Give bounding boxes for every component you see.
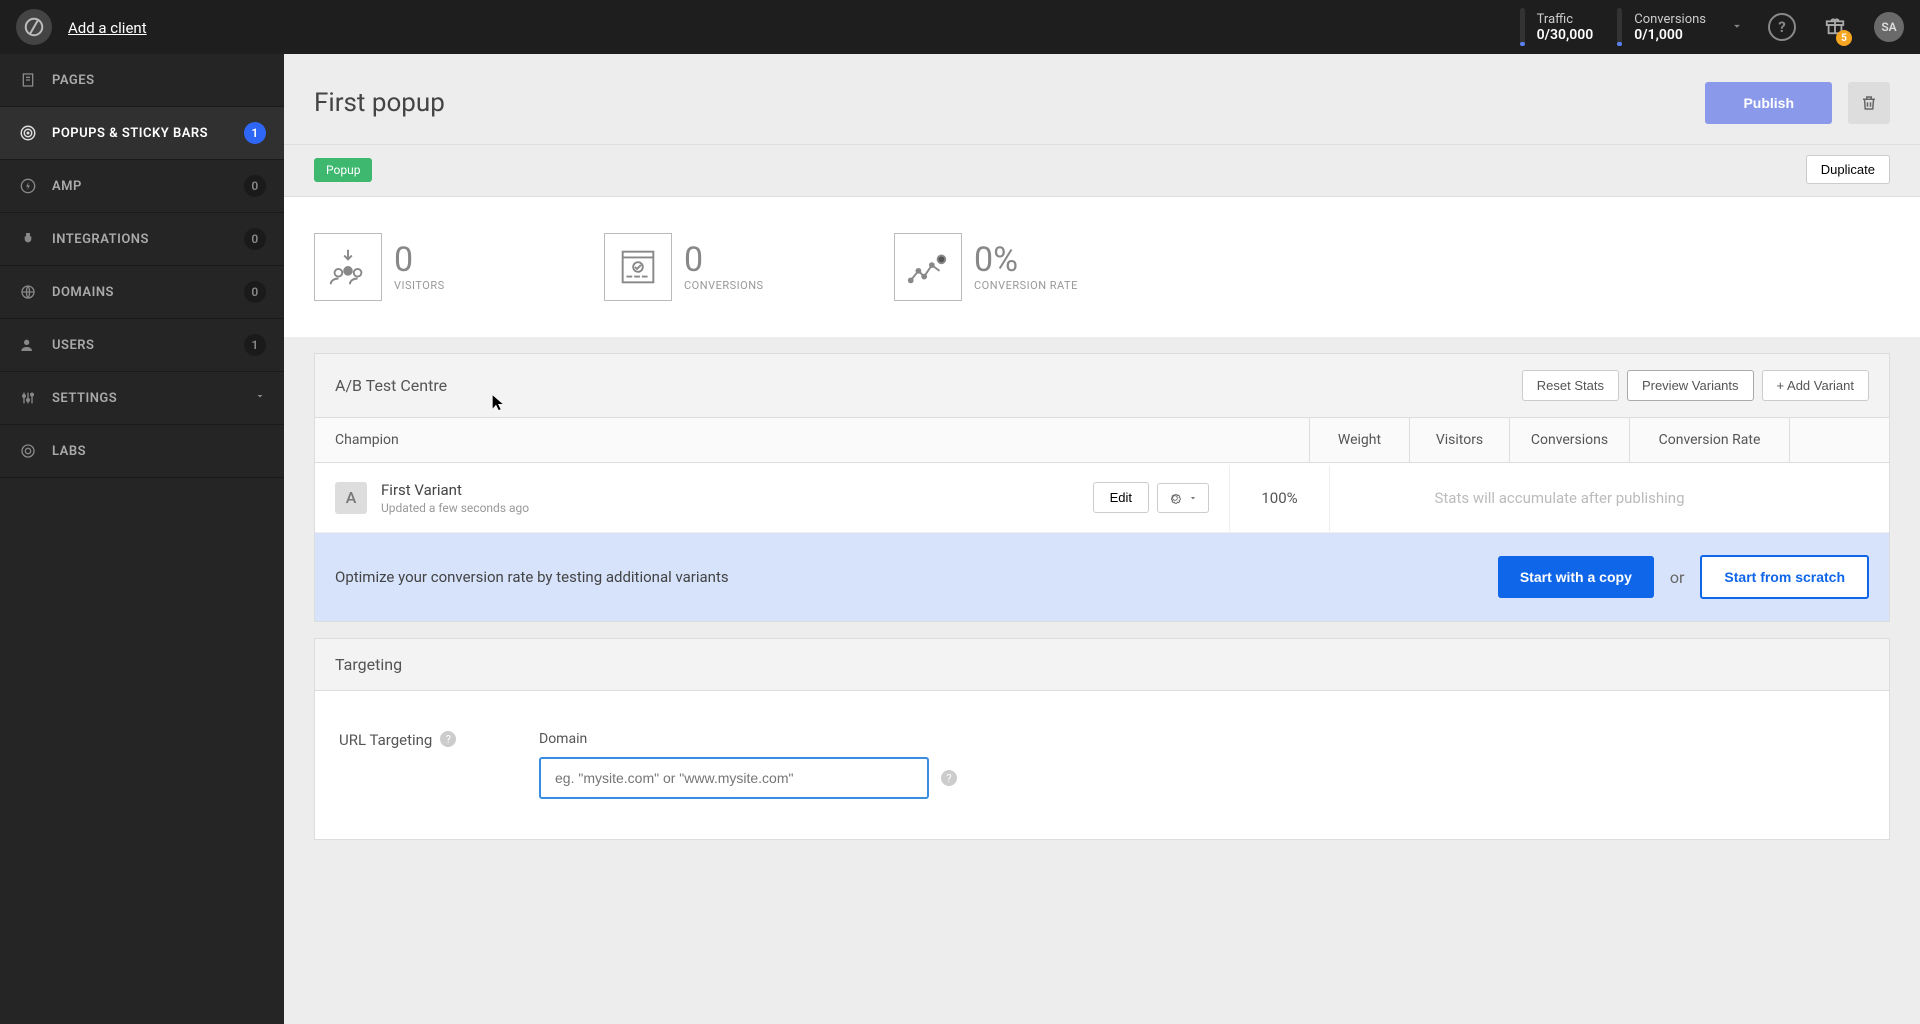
page-title: First popup bbox=[314, 88, 1705, 118]
add-variant-button[interactable]: + Add Variant bbox=[1762, 370, 1869, 401]
conversions-label: CONVERSIONS bbox=[684, 279, 764, 292]
col-weight: Weight bbox=[1309, 418, 1409, 462]
sidebar-label: SETTINGS bbox=[52, 391, 254, 406]
stat-rate: 0% CONVERSION RATE bbox=[894, 233, 1184, 301]
sidebar-label: INTEGRATIONS bbox=[52, 232, 244, 247]
sidebar-label: LABS bbox=[52, 444, 266, 459]
app-logo[interactable] bbox=[16, 9, 52, 45]
plug-icon bbox=[18, 231, 38, 247]
traffic-usage: Traffic 0/30,000 bbox=[1520, 8, 1594, 46]
sliders-icon bbox=[18, 390, 38, 406]
help-icon[interactable]: ? bbox=[440, 731, 456, 747]
col-conversions: Conversions bbox=[1509, 418, 1629, 462]
edit-variant-button[interactable]: Edit bbox=[1093, 482, 1149, 513]
chevron-down-icon bbox=[1188, 493, 1198, 503]
pages-icon bbox=[18, 72, 38, 88]
col-champion: Champion bbox=[315, 418, 1309, 462]
publish-button[interactable]: Publish bbox=[1705, 82, 1832, 124]
variant-weight: 100% bbox=[1229, 465, 1329, 531]
delete-button[interactable] bbox=[1848, 82, 1890, 124]
traffic-bar-icon bbox=[1520, 8, 1525, 46]
variant-updated: Updated a few seconds ago bbox=[381, 501, 1093, 515]
sidebar: PAGES POPUPS & STICKY BARS 1 AMP 0 INTEG… bbox=[0, 54, 284, 1024]
stat-conversions: 0 CONVERSIONS bbox=[604, 233, 894, 301]
col-visitors: Visitors bbox=[1409, 418, 1509, 462]
sidebar-badge: 1 bbox=[244, 334, 266, 356]
start-with-copy-button[interactable]: Start with a copy bbox=[1498, 556, 1654, 598]
ab-test-panel: A/B Test Centre Reset Stats Preview Vari… bbox=[314, 353, 1890, 622]
usage-dropdown[interactable] bbox=[1730, 18, 1744, 37]
variant-pending: Stats will accumulate after publishing bbox=[1329, 465, 1789, 531]
gear-icon bbox=[1168, 491, 1182, 505]
flask-icon bbox=[18, 443, 38, 459]
sidebar-label: POPUPS & STICKY BARS bbox=[52, 126, 244, 141]
sidebar-item-labs[interactable]: LABS bbox=[0, 425, 284, 478]
popup-tag: Popup bbox=[314, 158, 372, 182]
trash-icon bbox=[1860, 94, 1878, 112]
sidebar-item-settings[interactable]: SETTINGS bbox=[0, 372, 284, 425]
visitors-label: VISITORS bbox=[394, 279, 445, 292]
user-avatar[interactable]: SA bbox=[1874, 12, 1904, 42]
cta-text: Optimize your conversion rate by testing… bbox=[335, 568, 1498, 586]
sidebar-badge: 0 bbox=[244, 175, 266, 197]
sidebar-badge: 1 bbox=[244, 122, 266, 144]
ab-title: A/B Test Centre bbox=[335, 376, 1514, 395]
duplicate-button[interactable]: Duplicate bbox=[1806, 155, 1890, 184]
preview-variants-button[interactable]: Preview Variants bbox=[1627, 370, 1754, 401]
variant-row: A First Variant Updated a few seconds ag… bbox=[315, 463, 1889, 533]
reset-stats-button[interactable]: Reset Stats bbox=[1522, 370, 1619, 401]
cta-or: or bbox=[1670, 568, 1685, 587]
user-icon bbox=[18, 337, 38, 353]
domain-field-label: Domain bbox=[539, 731, 1865, 747]
conversions-label: Conversions bbox=[1634, 12, 1706, 27]
visitors-icon bbox=[314, 233, 382, 301]
conversions-usage: Conversions 0/1,000 bbox=[1617, 8, 1706, 46]
conversions-bar-icon bbox=[1617, 8, 1622, 46]
globe-icon bbox=[18, 284, 38, 300]
rate-value: 0% bbox=[974, 243, 1078, 277]
help-icon[interactable]: ? bbox=[1768, 13, 1796, 41]
add-client-link[interactable]: Add a client bbox=[68, 19, 147, 37]
sidebar-label: PAGES bbox=[52, 73, 266, 88]
sidebar-badge: 0 bbox=[244, 228, 266, 250]
targeting-panel: Targeting URL Targeting ? Domain ? bbox=[314, 638, 1890, 840]
sidebar-item-integrations[interactable]: INTEGRATIONS 0 bbox=[0, 213, 284, 266]
traffic-value: 0/30,000 bbox=[1537, 27, 1594, 43]
col-spacer bbox=[1789, 418, 1889, 462]
target-icon bbox=[18, 124, 38, 142]
variant-name[interactable]: First Variant bbox=[381, 481, 1093, 499]
visitors-count: 0 bbox=[394, 243, 445, 277]
rate-icon bbox=[894, 233, 962, 301]
url-targeting-label: URL Targeting bbox=[339, 731, 432, 749]
rate-label: CONVERSION RATE bbox=[974, 279, 1078, 292]
targeting-title: Targeting bbox=[335, 655, 1869, 674]
col-rate: Conversion Rate bbox=[1629, 418, 1789, 462]
gift-badge: 5 bbox=[1836, 30, 1852, 46]
bolt-icon bbox=[18, 178, 38, 194]
stat-visitors: 0 VISITORS bbox=[314, 233, 604, 301]
conversions-icon bbox=[604, 233, 672, 301]
sidebar-label: AMP bbox=[52, 179, 244, 194]
sidebar-item-domains[interactable]: DOMAINS 0 bbox=[0, 266, 284, 319]
help-icon[interactable]: ? bbox=[941, 770, 957, 786]
sidebar-badge: 0 bbox=[244, 281, 266, 303]
domain-input[interactable] bbox=[539, 757, 929, 799]
ab-table-header: Champion Weight Visitors Conversions Con… bbox=[315, 418, 1889, 463]
sidebar-item-pages[interactable]: PAGES bbox=[0, 54, 284, 107]
start-from-scratch-button[interactable]: Start from scratch bbox=[1700, 555, 1869, 599]
chevron-down-icon bbox=[254, 390, 266, 406]
conversions-value: 0/1,000 bbox=[1634, 27, 1706, 43]
sidebar-item-popups[interactable]: POPUPS & STICKY BARS 1 bbox=[0, 107, 284, 160]
variant-letter: A bbox=[335, 482, 367, 514]
gift-button[interactable]: 5 bbox=[1824, 14, 1846, 40]
sidebar-item-amp[interactable]: AMP 0 bbox=[0, 160, 284, 213]
sidebar-item-users[interactable]: USERS 1 bbox=[0, 319, 284, 372]
variant-options-dropdown[interactable] bbox=[1157, 483, 1209, 513]
sidebar-label: DOMAINS bbox=[52, 285, 244, 300]
traffic-label: Traffic bbox=[1537, 12, 1594, 27]
sidebar-label: USERS bbox=[52, 338, 244, 353]
conversions-count: 0 bbox=[684, 243, 764, 277]
variant-cta-bar: Optimize your conversion rate by testing… bbox=[315, 533, 1889, 621]
